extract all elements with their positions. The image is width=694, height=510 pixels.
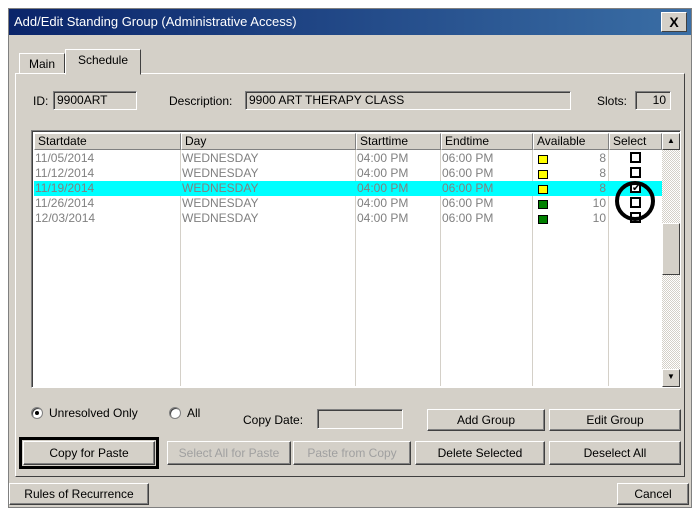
availability-status-icon bbox=[538, 170, 548, 179]
deselect-all-button[interactable]: Deselect All bbox=[549, 441, 681, 465]
starttime-cell: 04:00 PM bbox=[357, 181, 409, 195]
cancel-button[interactable]: Cancel bbox=[617, 483, 689, 505]
available-count: 10 bbox=[592, 196, 606, 210]
all-radio[interactable] bbox=[169, 407, 181, 419]
annotation-box bbox=[19, 437, 159, 469]
starttime-cell: 04:00 PM bbox=[357, 196, 409, 210]
startdate-cell: 11/05/2014 bbox=[35, 151, 95, 165]
day-cell: WEDNESDAY bbox=[182, 151, 259, 165]
unresolved-only-label: Unresolved Only bbox=[49, 406, 138, 420]
scroll-down-arrow-icon[interactable]: ▼ bbox=[662, 369, 680, 387]
description-label: Description: bbox=[169, 94, 233, 108]
select-all-for-paste-button[interactable]: Select All for Paste bbox=[167, 441, 291, 465]
column-header-endtime[interactable]: Endtime bbox=[441, 133, 533, 150]
column-header-select[interactable]: Select bbox=[609, 133, 662, 150]
description-field[interactable]: 9900 ART THERAPY CLASS bbox=[245, 91, 571, 110]
vertical-scrollbar[interactable]: ▲ ▼ bbox=[662, 133, 680, 387]
tab-main[interactable]: Main bbox=[19, 53, 65, 75]
window-title: Add/Edit Standing Group (Administrative … bbox=[14, 14, 297, 29]
all-label: All bbox=[187, 406, 201, 420]
available-count: 8 bbox=[599, 151, 606, 165]
day-cell: WEDNESDAY bbox=[182, 181, 259, 195]
table-row[interactable]: 11/05/2014 WEDNESDAY 04:00 PM 06:00 PM 8 bbox=[34, 151, 662, 166]
select-checkbox[interactable] bbox=[630, 152, 641, 163]
starttime-cell: 04:00 PM bbox=[357, 166, 409, 180]
slots-field[interactable]: 10 bbox=[635, 91, 671, 110]
availability-status-icon bbox=[538, 185, 548, 194]
unresolved-only-radio[interactable] bbox=[31, 407, 43, 419]
startdate-cell: 11/19/2014 bbox=[35, 181, 95, 195]
endtime-cell: 06:00 PM bbox=[442, 181, 494, 195]
endtime-cell: 06:00 PM bbox=[442, 166, 494, 180]
table-row[interactable]: 12/03/2014 WEDNESDAY 04:00 PM 06:00 PM 10 bbox=[34, 211, 662, 226]
available-count: 8 bbox=[599, 166, 606, 180]
scrollbar-thumb[interactable] bbox=[662, 223, 680, 275]
edit-group-button[interactable]: Edit Group bbox=[549, 409, 681, 431]
table-row[interactable]: 11/26/2014 WEDNESDAY 04:00 PM 06:00 PM 10 bbox=[34, 196, 662, 211]
availability-status-icon bbox=[538, 155, 548, 164]
paste-from-copy-button[interactable]: Paste from Copy bbox=[293, 441, 411, 465]
add-group-button[interactable]: Add Group bbox=[427, 409, 545, 431]
starttime-cell: 04:00 PM bbox=[357, 211, 409, 225]
delete-selected-button[interactable]: Delete Selected bbox=[415, 441, 545, 465]
schedule-grid[interactable]: Startdate Day Starttime Endtime Availabl… bbox=[31, 130, 681, 388]
copy-date-field[interactable] bbox=[317, 409, 403, 429]
table-row[interactable]: 11/19/2014 WEDNESDAY 04:00 PM 06:00 PM 8 ✔ bbox=[34, 181, 662, 196]
available-count: 8 bbox=[599, 181, 606, 195]
day-cell: WEDNESDAY bbox=[182, 166, 259, 180]
endtime-cell: 06:00 PM bbox=[442, 196, 494, 210]
availability-status-icon bbox=[538, 200, 548, 209]
radio-selected-dot bbox=[35, 411, 39, 415]
column-header-available[interactable]: Available bbox=[533, 133, 609, 150]
slots-label: Slots: bbox=[597, 94, 628, 108]
endtime-cell: 06:00 PM bbox=[442, 211, 494, 225]
table-row[interactable]: 11/12/2014 WEDNESDAY 04:00 PM 06:00 PM 8 bbox=[34, 166, 662, 181]
startdate-cell: 11/26/2014 bbox=[35, 196, 95, 210]
dialog-window: Add/Edit Standing Group (Administrative … bbox=[8, 8, 692, 508]
column-header-starttime[interactable]: Starttime bbox=[356, 133, 441, 150]
select-checkbox[interactable] bbox=[630, 167, 641, 178]
rules-of-recurrence-button[interactable]: Rules of Recurrence bbox=[9, 483, 149, 505]
available-count: 10 bbox=[592, 211, 606, 225]
endtime-cell: 06:00 PM bbox=[442, 151, 494, 165]
startdate-cell: 11/12/2014 bbox=[35, 166, 95, 180]
scroll-up-arrow-icon[interactable]: ▲ bbox=[662, 133, 680, 150]
day-cell: WEDNESDAY bbox=[182, 211, 259, 225]
availability-status-icon bbox=[538, 215, 548, 224]
close-button[interactable]: X bbox=[661, 12, 687, 32]
startdate-cell: 12/03/2014 bbox=[35, 211, 96, 225]
id-field[interactable]: 9900ART bbox=[53, 91, 137, 110]
title-bar: Add/Edit Standing Group (Administrative … bbox=[9, 9, 691, 35]
tab-schedule[interactable]: Schedule bbox=[65, 49, 141, 75]
annotation-circle bbox=[615, 181, 655, 221]
column-header-startdate[interactable]: Startdate bbox=[34, 133, 181, 150]
column-header-day[interactable]: Day bbox=[181, 133, 356, 150]
day-cell: WEDNESDAY bbox=[182, 196, 259, 210]
id-label: ID: bbox=[33, 94, 49, 108]
copy-date-label: Copy Date: bbox=[243, 413, 304, 427]
starttime-cell: 04:00 PM bbox=[357, 151, 409, 165]
